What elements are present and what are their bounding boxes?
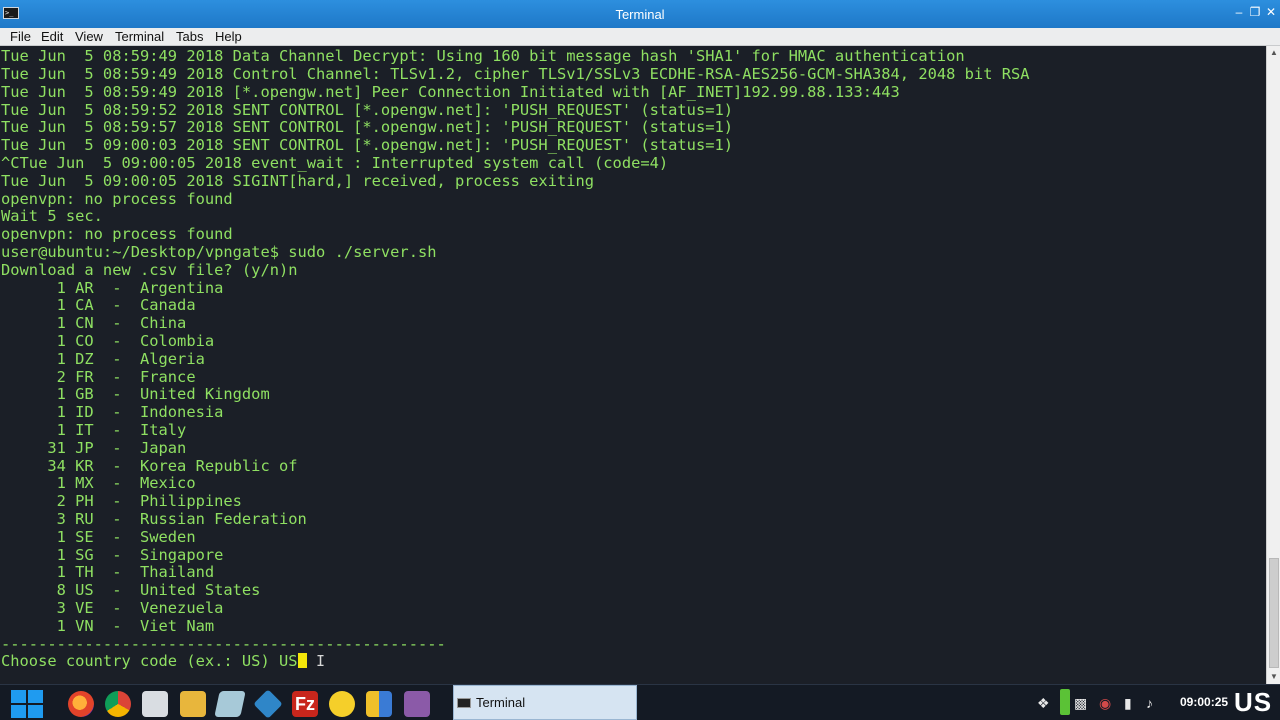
terminal-line: 3 RU - Russian Federation xyxy=(1,510,307,528)
terminal-line: openvpn: no process found xyxy=(1,190,233,208)
terminal-line: Tue Jun 5 08:59:49 2018 Data Channel Dec… xyxy=(1,47,965,65)
menu-view[interactable]: View xyxy=(75,29,103,44)
menu-tabs[interactable]: Tabs xyxy=(176,29,203,44)
windows-start-icon[interactable] xyxy=(10,689,44,719)
scroll-up-icon[interactable]: ▲ xyxy=(1267,46,1280,60)
menu-edit[interactable]: Edit xyxy=(41,29,63,44)
terminal-line: 1 IT - Italy xyxy=(1,421,187,439)
camera-icon[interactable]: ◉ xyxy=(1099,695,1111,712)
terminal-line: 1 CO - Colombia xyxy=(1,332,215,350)
minimize-icon[interactable]: – xyxy=(1232,5,1246,19)
kodi-icon[interactable] xyxy=(253,689,283,719)
terminal-line: 1 DZ - Algeria xyxy=(1,350,205,368)
smiley-sunglasses-icon[interactable] xyxy=(329,691,355,717)
terminal-prompt: Choose country code (ex.: US) xyxy=(1,652,279,670)
dropbox-icon[interactable]: ❖ xyxy=(1037,695,1050,712)
terminal-line: 1 GB - United Kingdom xyxy=(1,385,270,403)
terminal-mini-icon xyxy=(457,698,471,708)
terminal-scrollbar[interactable]: ▲ ▼ xyxy=(1266,46,1280,684)
terminal-line: 1 VN - Viet Nam xyxy=(1,617,215,635)
terminal-line: Wait 5 sec. xyxy=(1,207,103,225)
terminal-line: 1 AR - Argentina xyxy=(1,279,224,297)
terminal-line: Download a new .csv file? (y/n)n xyxy=(1,261,298,279)
terminal-line: 1 SE - Sweden xyxy=(1,528,196,546)
firefox-icon[interactable] xyxy=(68,691,94,717)
app-launcher-icon[interactable] xyxy=(366,691,392,717)
computer-icon[interactable] xyxy=(142,691,168,717)
scroll-down-icon[interactable]: ▼ xyxy=(1267,670,1280,684)
terminal-line: 31 JP - Japan xyxy=(1,439,187,457)
terminal-line: 1 MX - Mexico xyxy=(1,474,196,492)
terminal-line: Tue Jun 5 08:59:49 2018 Control Channel:… xyxy=(1,65,1030,83)
taskbar: Fz Terminal ❖ ▩ ◉ ▮ ♪ 09:00:25 US xyxy=(0,684,1280,720)
terminal-line: 2 PH - Philippines xyxy=(1,492,242,510)
folder-icon[interactable] xyxy=(180,691,206,717)
close-icon[interactable]: ✕ xyxy=(1264,5,1278,19)
keyboard-language-indicator[interactable]: US xyxy=(1234,687,1272,718)
filezilla-icon[interactable]: Fz xyxy=(292,691,318,717)
signal-icon[interactable]: ▮ xyxy=(1124,695,1132,712)
terminal-line: ----------------------------------------… xyxy=(1,635,446,653)
terminal-line: Tue Jun 5 09:00:03 2018 SENT CONTROL [*.… xyxy=(1,136,734,154)
terminal-line: 1 TH - Thailand xyxy=(1,563,215,581)
terminal-line: 1 CA - Canada xyxy=(1,296,196,314)
window-titlebar[interactable]: >_ Terminal – ❐ ✕ xyxy=(0,0,1280,28)
terminal-line: Tue Jun 5 08:59:57 2018 SENT CONTROL [*.… xyxy=(1,118,734,136)
terminal-line: ^CTue Jun 5 09:00:05 2018 event_wait : I… xyxy=(1,154,669,172)
terminal-line: Tue Jun 5 08:59:49 2018 [*.opengw.net] P… xyxy=(1,83,900,101)
battery-icon[interactable] xyxy=(1060,689,1070,715)
chrome-icon[interactable] xyxy=(105,691,131,717)
media-player-icon[interactable] xyxy=(404,691,430,717)
scrollbar-thumb[interactable] xyxy=(1269,558,1279,668)
maximize-icon[interactable]: ❐ xyxy=(1248,5,1262,19)
terminal-input[interactable]: US xyxy=(279,652,298,670)
menu-terminal[interactable]: Terminal xyxy=(115,29,164,44)
menu-bar: File Edit View Terminal Tabs Help xyxy=(0,28,1280,46)
text-cursor xyxy=(297,653,307,668)
menu-help[interactable]: Help xyxy=(215,29,242,44)
terminal-line: 1 ID - Indonesia xyxy=(1,403,224,421)
terminal-line: openvpn: no process found xyxy=(1,225,233,243)
menu-file[interactable]: File xyxy=(10,29,31,44)
terminal-line: user@ubuntu:~/Desktop/vpngate$ sudo ./se… xyxy=(1,243,437,261)
terminal-line: 8 US - United States xyxy=(1,581,261,599)
text-editor-icon[interactable] xyxy=(214,691,246,717)
taskbar-clock[interactable]: 09:00:25 xyxy=(1180,695,1228,709)
window-title: Terminal xyxy=(615,7,665,22)
taskbar-terminal-label: Terminal xyxy=(476,695,526,710)
terminal-prompt-line[interactable]: Choose country code (ex.: US) US xyxy=(1,652,307,670)
terminal-line: Tue Jun 5 08:59:52 2018 SENT CONTROL [*.… xyxy=(1,101,734,119)
terminal-line: 2 FR - France xyxy=(1,368,196,386)
terminal-line: 1 SG - Singapore xyxy=(1,546,224,564)
terminal-line: 3 VE - Venezuela xyxy=(1,599,224,617)
terminal-output[interactable]: Tue Jun 5 08:59:49 2018 Data Channel Dec… xyxy=(0,46,1266,684)
terminal-line: 1 CN - China xyxy=(1,314,187,332)
taskbar-terminal-button[interactable]: Terminal xyxy=(453,685,637,720)
volume-icon[interactable]: ♪ xyxy=(1146,695,1153,711)
terminal-line: 34 KR - Korea Republic of xyxy=(1,457,298,475)
network-drive-icon[interactable]: ▩ xyxy=(1074,695,1087,712)
terminal-line: Tue Jun 5 09:00:05 2018 SIGINT[hard,] re… xyxy=(1,172,595,190)
mouse-ibeam-icon: I xyxy=(316,652,326,670)
